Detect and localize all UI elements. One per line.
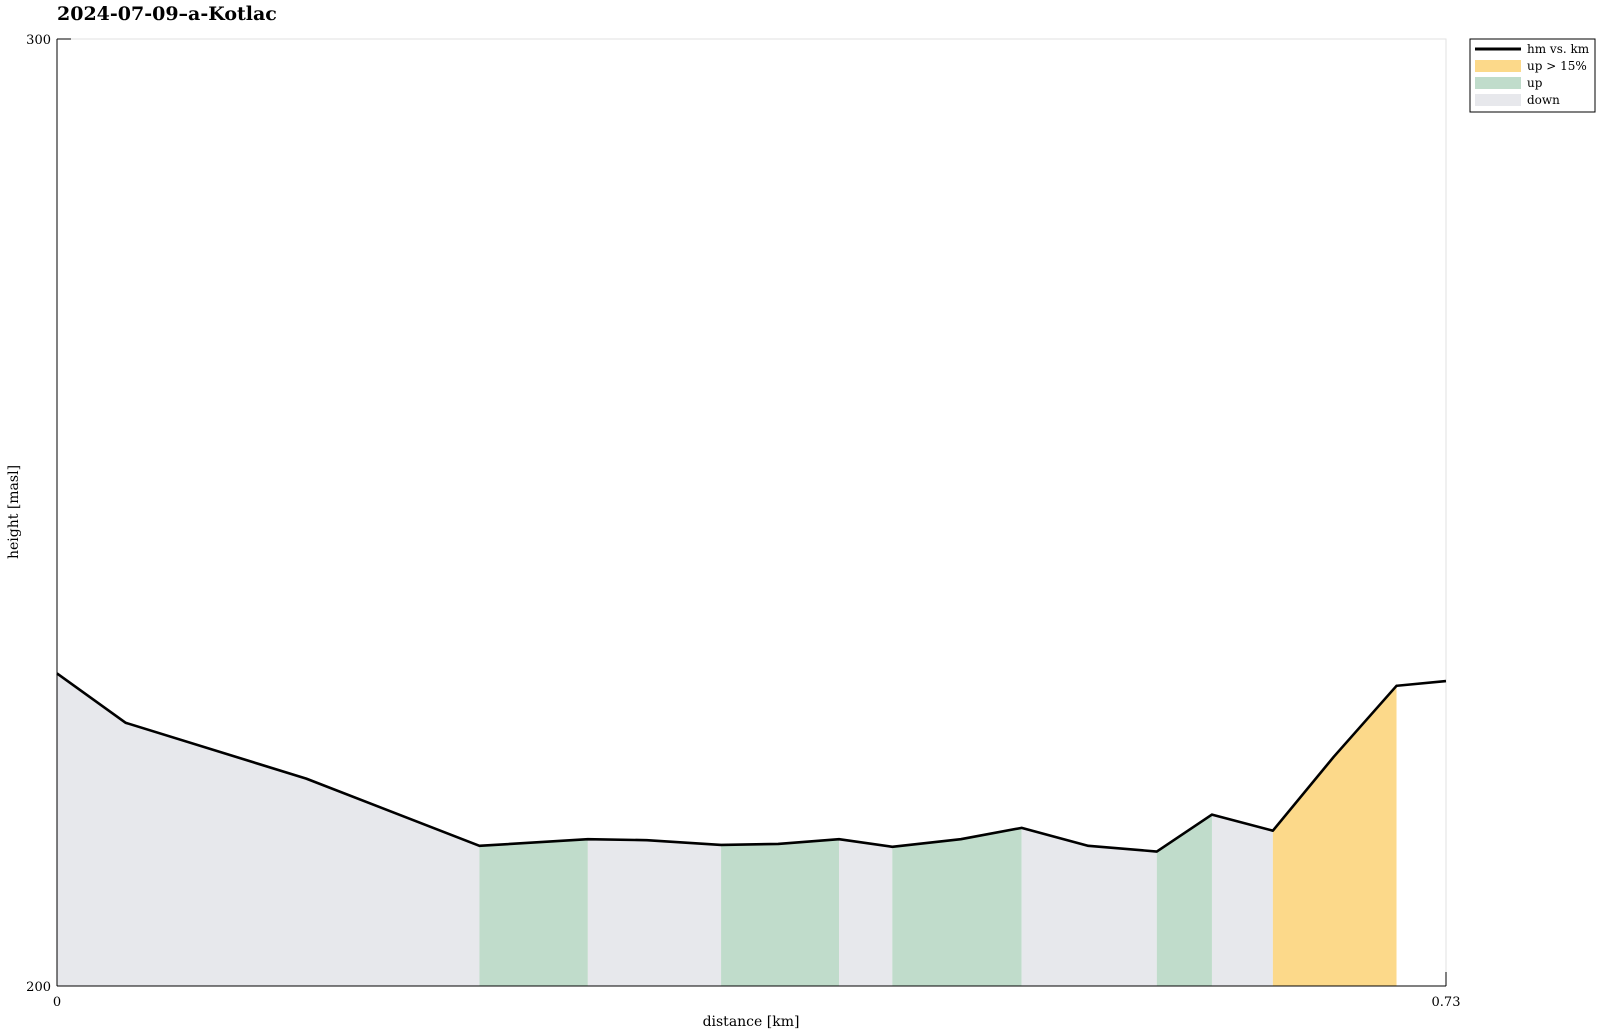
- segment-down-2: [587, 839, 722, 986]
- segment-up-1: [479, 839, 588, 986]
- legend-label-up: up: [1527, 76, 1543, 90]
- segment-up-steep-9: [1272, 685, 1397, 986]
- segment-down-6: [1021, 827, 1157, 986]
- legend-label-line: hm vs. km: [1527, 42, 1590, 56]
- x-tick-label-0: 0: [53, 995, 61, 1010]
- segment-up-3: [721, 839, 840, 986]
- segment-up-5: [892, 827, 1022, 986]
- segment-down-8: [1211, 814, 1273, 986]
- legend-swatch-up: [1475, 77, 1521, 89]
- y-tick-label-0: 300: [26, 33, 51, 48]
- legend-swatch-up-steep: [1475, 60, 1521, 72]
- y-tick-label-1: 200: [26, 980, 51, 995]
- profile-fill-segments: [57, 673, 1397, 986]
- segment-up-7: [1156, 814, 1212, 986]
- legend-swatch-down: [1475, 94, 1521, 106]
- y-axis-label: height [masl]: [6, 465, 22, 559]
- x-tick-label-1: 0.73: [1432, 995, 1461, 1010]
- elevation-profile-chart: 2024-07-09–a-Kotlac 300 2000 0.73 distance…: [6, 3, 1596, 1030]
- chart-title: 2024-07-09–a-Kotlac: [57, 3, 277, 25]
- legend: hm vs. km up > 15% up down: [1469, 38, 1596, 113]
- x-axis-label: distance [km]: [703, 1014, 800, 1030]
- legend-label-up-steep: up > 15%: [1527, 59, 1587, 73]
- segment-down-4: [839, 839, 893, 986]
- legend-label-down: down: [1527, 93, 1560, 107]
